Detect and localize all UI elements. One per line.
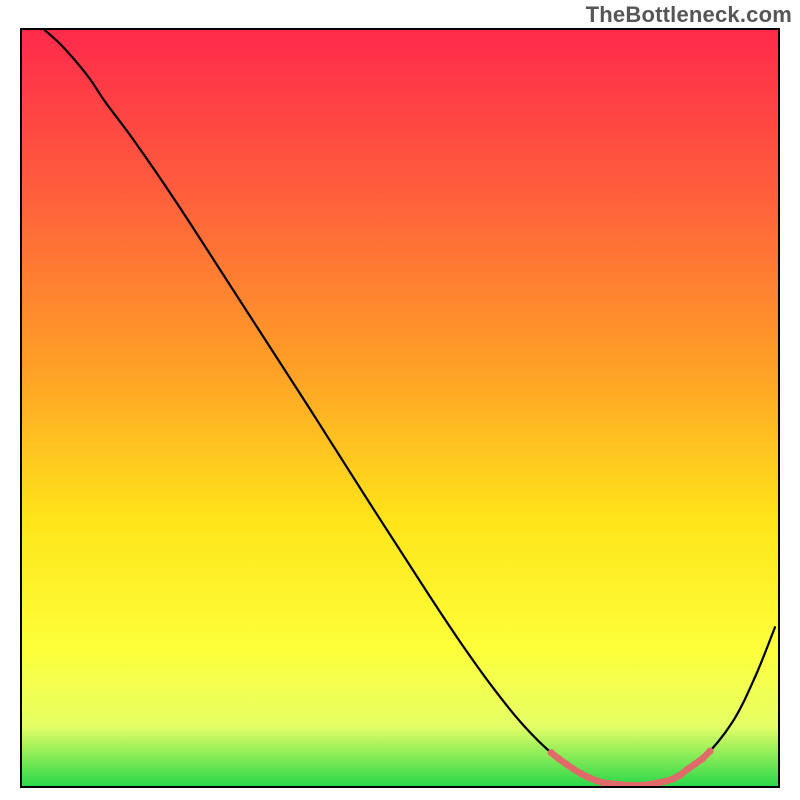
- plot-area: [20, 28, 780, 788]
- chart-container: TheBottleneck.com: [0, 0, 800, 800]
- watermark-text: TheBottleneck.com: [586, 2, 792, 28]
- chart-svg: [22, 30, 778, 786]
